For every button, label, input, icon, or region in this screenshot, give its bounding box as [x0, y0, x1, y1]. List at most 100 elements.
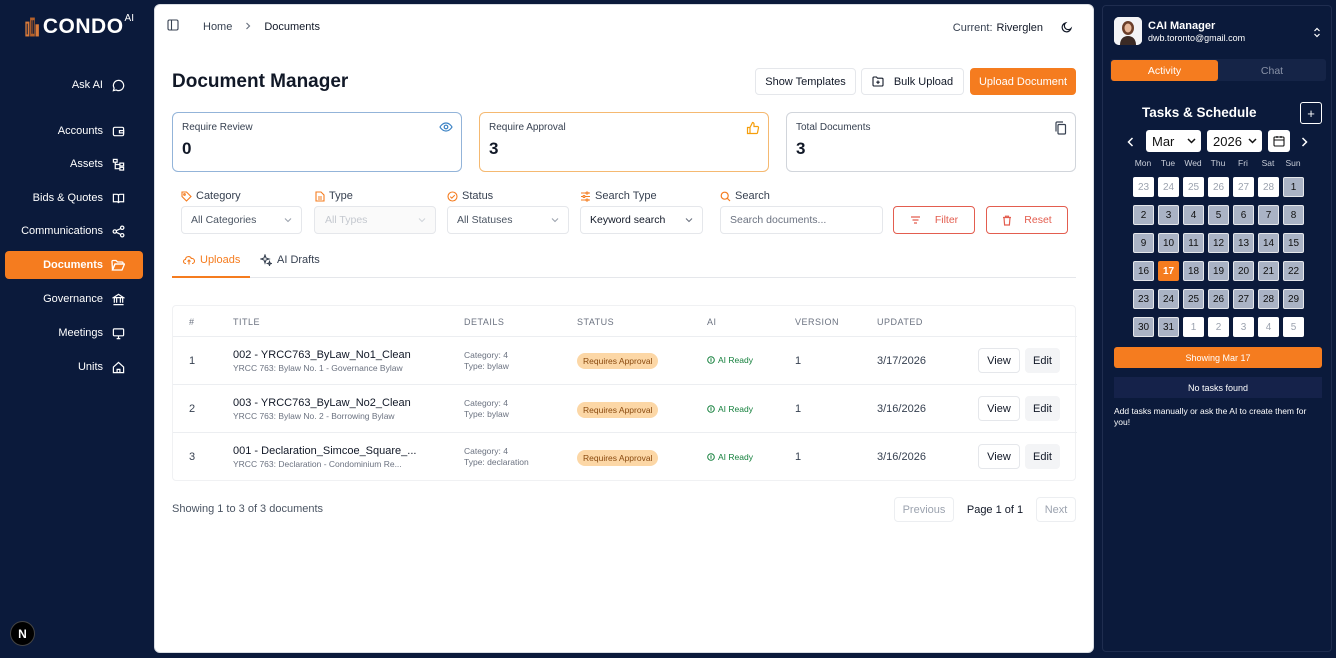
sidebar-item-accounts[interactable]: Accounts — [5, 117, 143, 145]
calendar-day[interactable]: 20 — [1233, 261, 1254, 281]
calendar-day[interactable]: 25 — [1183, 177, 1204, 197]
calendar-day[interactable]: 24 — [1158, 289, 1179, 309]
table-row[interactable]: 1 002 - YRCC763_ByLaw_No1_Clean YRCC 763:… — [173, 336, 1077, 384]
calendar-day[interactable]: 22 — [1283, 261, 1304, 281]
calendar-day[interactable]: 23 — [1133, 289, 1154, 309]
calendar-day[interactable]: 8 — [1283, 205, 1304, 225]
brand-logo[interactable]: CONDO AI — [24, 12, 134, 42]
calendar-day[interactable]: 10 — [1158, 233, 1179, 253]
next-button[interactable]: Next — [1036, 497, 1076, 522]
calendar-day[interactable]: 15 — [1283, 233, 1304, 253]
tab-uploads[interactable]: Uploads — [183, 254, 240, 266]
type-select[interactable]: All Types — [314, 206, 436, 234]
page-title: Document Manager — [172, 71, 349, 92]
calendar-day[interactable]: 5 — [1208, 205, 1229, 225]
edit-button[interactable]: Edit — [1025, 348, 1060, 373]
calendar-day[interactable]: 24 — [1158, 177, 1179, 197]
reset-button[interactable]: Reset — [986, 206, 1068, 234]
bulk-upload-label: Bulk Upload — [893, 75, 954, 88]
calendar-day[interactable]: 4 — [1258, 317, 1279, 337]
chevron-down-icon — [685, 218, 693, 223]
bank-icon — [111, 292, 125, 306]
calendar-day[interactable]: 27 — [1233, 177, 1254, 197]
calendar-day[interactable]: 3 — [1233, 317, 1254, 337]
calendar-day[interactable]: 3 — [1158, 205, 1179, 225]
sidebar-item-bids-quotes[interactable]: Bids & Quotes — [5, 184, 143, 212]
calendar-today-button[interactable] — [1268, 130, 1290, 152]
calendar-day[interactable]: 26 — [1208, 289, 1229, 309]
calendar-day[interactable]: 23 — [1133, 177, 1154, 197]
sidebar-item-meetings[interactable]: Meetings — [5, 319, 143, 347]
view-button[interactable]: View — [978, 348, 1020, 373]
calendar-day[interactable]: 25 — [1183, 289, 1204, 309]
calendar-day[interactable]: 30 — [1133, 317, 1154, 337]
sidebar-toggle-icon[interactable] — [167, 19, 179, 34]
monitor-icon — [111, 326, 125, 340]
add-task-button[interactable]: + — [1300, 102, 1322, 124]
search-input[interactable]: Search documents... — [720, 206, 883, 234]
calendar-day[interactable]: 17 — [1158, 261, 1179, 281]
year-select[interactable]: 2026 — [1207, 130, 1262, 152]
calendar-day[interactable]: 6 — [1233, 205, 1254, 225]
chevron-left-icon[interactable] — [1127, 136, 1134, 150]
filter-button[interactable]: Filter — [893, 206, 975, 234]
calendar-day[interactable]: 1 — [1183, 317, 1204, 337]
calendar-day[interactable]: 9 — [1133, 233, 1154, 253]
calendar-day[interactable]: 19 — [1208, 261, 1229, 281]
card-require-review[interactable]: Require Review 0 — [172, 112, 462, 172]
upload-document-button[interactable]: Upload Document — [970, 68, 1076, 95]
show-templates-button[interactable]: Show Templates — [755, 68, 856, 95]
calendar-day[interactable]: 2 — [1208, 317, 1229, 337]
moon-icon[interactable] — [1061, 21, 1073, 36]
card-total-documents[interactable]: Total Documents 3 — [786, 112, 1076, 172]
sidebar-item-communications[interactable]: Communications — [5, 217, 143, 245]
sidebar-item-assets[interactable]: Assets — [5, 150, 143, 178]
edit-button[interactable]: Edit — [1025, 396, 1060, 421]
table-row[interactable]: 3 001 - Declaration_Simcoe_Square_... YRC… — [173, 432, 1077, 480]
next-badge[interactable]: N — [10, 621, 35, 646]
breadcrumb-home[interactable]: Home — [203, 21, 232, 33]
avatar[interactable] — [1114, 17, 1142, 45]
calendar-day[interactable]: 31 — [1158, 317, 1179, 337]
calendar-day[interactable]: 11 — [1183, 233, 1204, 253]
edit-button[interactable]: Edit — [1025, 444, 1060, 469]
tab-ai-drafts[interactable]: AI Drafts — [260, 254, 320, 266]
row-title[interactable]: 002 - YRCC763_ByLaw_No1_Clean — [233, 349, 411, 361]
calendar-day[interactable]: 29 — [1283, 289, 1304, 309]
calendar-day[interactable]: 1 — [1283, 177, 1304, 197]
sidebar-item-documents[interactable]: Documents — [5, 251, 143, 279]
calendar-day[interactable]: 28 — [1258, 177, 1279, 197]
month-select[interactable]: Mar — [1146, 130, 1201, 152]
calendar-day[interactable]: 21 — [1258, 261, 1279, 281]
status-select[interactable]: All Statuses — [447, 206, 569, 234]
table-row[interactable]: 2 003 - YRCC763_ByLaw_No2_Clean YRCC 763:… — [173, 384, 1077, 432]
calendar-day[interactable]: 5 — [1283, 317, 1304, 337]
view-button[interactable]: View — [978, 396, 1020, 421]
chevron-right-icon[interactable] — [1301, 136, 1308, 150]
calendar-day[interactable]: 2 — [1133, 205, 1154, 225]
calendar-day[interactable]: 12 — [1208, 233, 1229, 253]
category-select[interactable]: All Categories — [181, 206, 302, 234]
row-title[interactable]: 001 - Declaration_Simcoe_Square_... — [233, 445, 416, 457]
calendar-day[interactable]: 4 — [1183, 205, 1204, 225]
calendar-day[interactable]: 7 — [1258, 205, 1279, 225]
previous-button[interactable]: Previous — [894, 497, 954, 522]
calendar-day[interactable]: 18 — [1183, 261, 1204, 281]
row-title[interactable]: 003 - YRCC763_ByLaw_No2_Clean — [233, 397, 411, 409]
calendar-day[interactable]: 13 — [1233, 233, 1254, 253]
chevron-updown-icon[interactable] — [1313, 27, 1321, 41]
calendar-day[interactable]: 14 — [1258, 233, 1279, 253]
sidebar-item-ask-ai[interactable]: Ask AI — [5, 71, 143, 99]
bulk-upload-button[interactable]: Bulk Upload — [861, 68, 964, 95]
search-type-select[interactable]: Keyword search — [580, 206, 703, 234]
calendar-day[interactable]: 27 — [1233, 289, 1254, 309]
calendar-day[interactable]: 16 — [1133, 261, 1154, 281]
view-button[interactable]: View — [978, 444, 1020, 469]
tab-activity[interactable]: Activity — [1111, 60, 1218, 81]
calendar-day[interactable]: 28 — [1258, 289, 1279, 309]
tab-chat[interactable]: Chat — [1218, 60, 1326, 81]
sidebar-item-units[interactable]: Units — [5, 353, 143, 381]
sidebar-item-governance[interactable]: Governance — [5, 285, 143, 313]
card-require-approval[interactable]: Require Approval 3 — [479, 112, 769, 172]
calendar-day[interactable]: 26 — [1208, 177, 1229, 197]
